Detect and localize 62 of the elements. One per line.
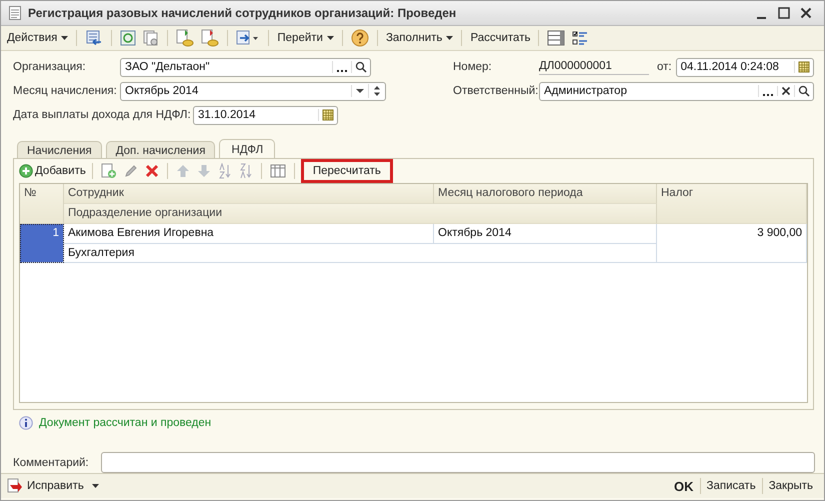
document-arrow-icon[interactable] xyxy=(236,30,260,46)
responsible-field[interactable]: Администратор xyxy=(539,82,814,100)
document-coins-icon[interactable] xyxy=(176,29,194,47)
pencil-icon[interactable] xyxy=(124,164,138,178)
field-label: Комментарий: xyxy=(13,456,90,468)
toolbar-button[interactable]: Рассчитать xyxy=(468,30,532,46)
window-title: Регистрация разовых начислений сотрудников организаций: Проведен xyxy=(28,6,456,20)
number-value: ДЛ000000001 xyxy=(539,60,649,74)
field-label: Номер: xyxy=(453,61,493,73)
caret-icon xyxy=(61,36,68,40)
month-field[interactable]: Октябрь 2014 xyxy=(120,82,386,100)
tab[interactable]: Доп. начисления xyxy=(106,141,216,159)
column-header: Сотрудник xyxy=(64,184,434,204)
field-label: Месяц начисления: xyxy=(13,85,118,97)
close-icon[interactable] xyxy=(800,7,812,19)
column-header: № xyxy=(20,184,64,224)
rows-icon[interactable] xyxy=(547,30,566,46)
document-coins-icon[interactable] xyxy=(201,29,220,47)
menu-button[interactable]: Действия xyxy=(5,30,70,46)
tab[interactable]: Начисления xyxy=(17,141,102,159)
table-cell: 3 900,00 xyxy=(657,224,807,263)
status-message: Документ рассчитан и проведен xyxy=(39,417,212,429)
help-icon[interactable] xyxy=(350,29,369,47)
info-icon xyxy=(19,416,33,430)
column-header: Подразделение организации xyxy=(64,204,657,224)
footer-button[interactable]: OK xyxy=(671,476,697,496)
date-field[interactable]: 04.11.2014 0:24:08 xyxy=(676,58,814,76)
copy-document-icon[interactable] xyxy=(143,30,160,46)
caret-icon xyxy=(326,36,334,40)
caret-icon xyxy=(446,36,454,40)
column-header: Месяц налогового периода xyxy=(434,184,657,204)
table-cell: Октябрь 2014 xyxy=(434,224,657,244)
checklist-icon[interactable] xyxy=(572,30,588,46)
document-arrow-icon xyxy=(7,478,23,494)
maximize-icon[interactable] xyxy=(778,7,790,19)
footer-button[interactable]: Записать xyxy=(704,478,759,494)
field-label: Организация: xyxy=(13,61,87,73)
recalculate-button[interactable]: Пересчитать xyxy=(300,159,393,183)
document-icon xyxy=(9,6,21,20)
plus-icon xyxy=(19,164,33,178)
table-icon[interactable] xyxy=(270,164,286,178)
field-label: Дата выплаты дохода для НДФЛ: xyxy=(13,109,192,121)
delete-icon[interactable] xyxy=(144,164,159,178)
footer-button[interactable]: Закрыть xyxy=(766,478,816,494)
menu-button[interactable]: Заполнить xyxy=(384,30,456,46)
field-label: Ответственный: xyxy=(453,85,539,97)
table-cell: Бухгалтерия xyxy=(64,244,657,263)
menu-button[interactable]: Перейти xyxy=(275,30,336,46)
comment-field[interactable] xyxy=(101,452,815,473)
column-header: Налог xyxy=(657,184,807,224)
field-label: от: xyxy=(657,61,672,73)
list-arrow-icon[interactable] xyxy=(85,30,104,46)
row-number-cell[interactable]: 1 xyxy=(20,224,64,263)
caret-icon xyxy=(92,484,99,488)
add-document-icon[interactable] xyxy=(100,163,117,179)
add-button[interactable]: Добавить xyxy=(19,164,86,178)
pay-date-field[interactable]: 31.10.2014 xyxy=(193,106,338,124)
refresh-icon[interactable] xyxy=(120,30,136,46)
tab[interactable]: НДФЛ xyxy=(219,139,276,159)
table-cell: Акимова Евгения Игоревна xyxy=(64,224,434,244)
fix-button[interactable]: Исправить xyxy=(7,478,99,494)
organization-field[interactable]: ЗАО "Дельтаон" xyxy=(120,58,371,76)
